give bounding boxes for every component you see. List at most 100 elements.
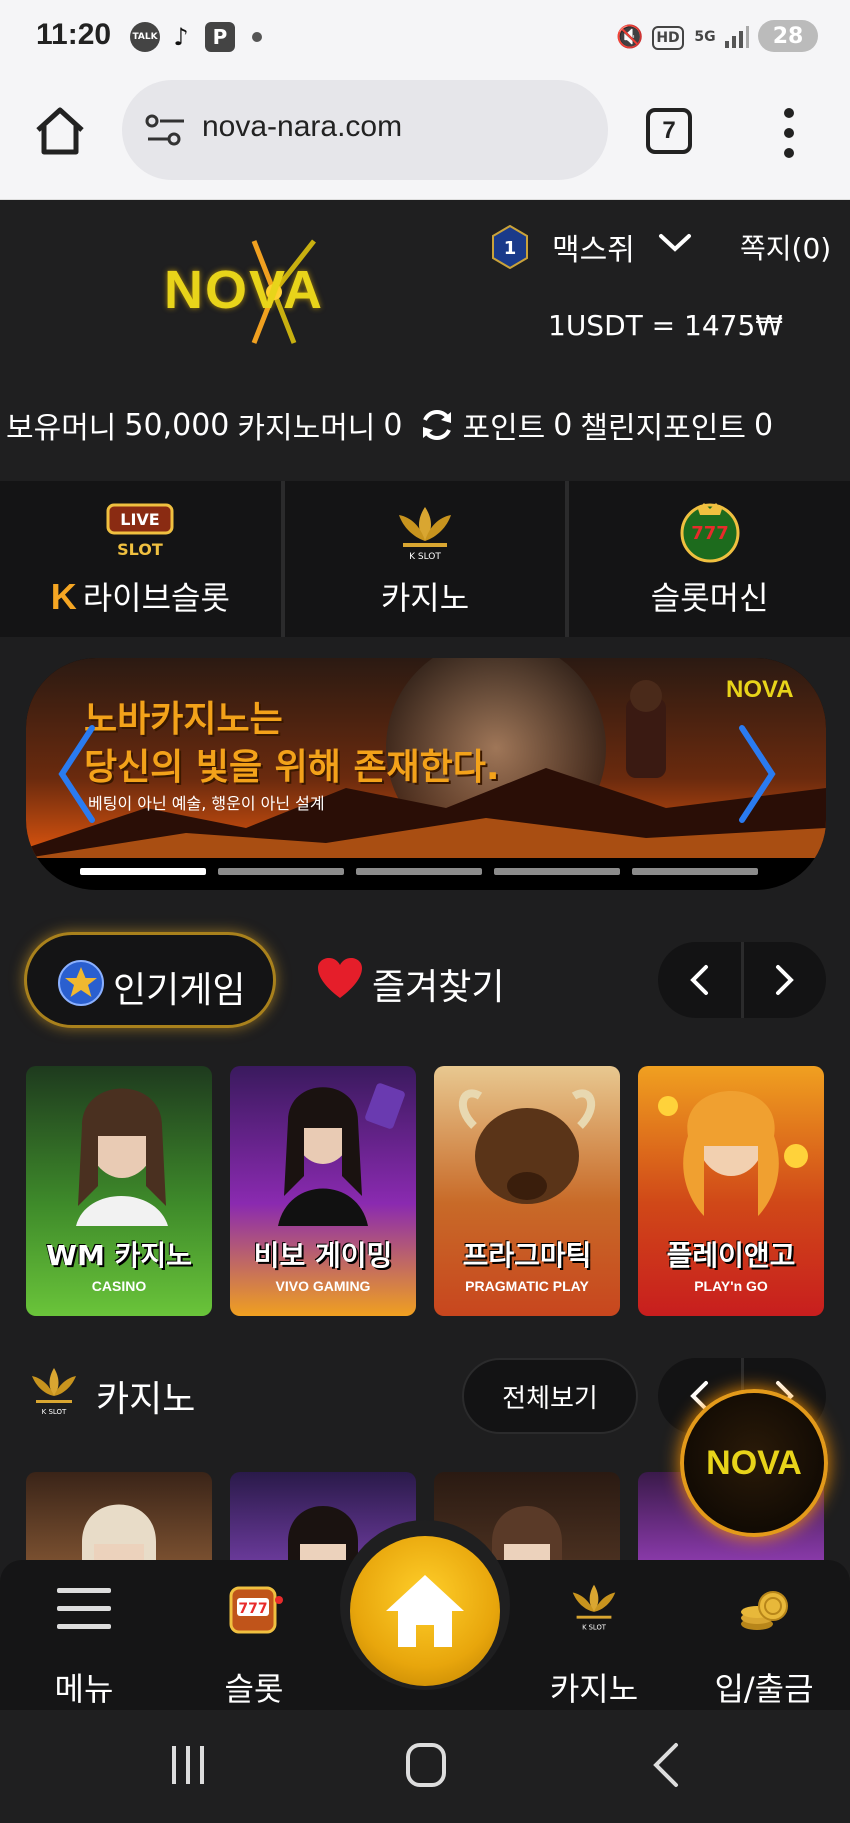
star-icon bbox=[58, 960, 104, 1006]
username[interactable]: 맥스쥐 bbox=[552, 225, 635, 269]
browser-menu-icon[interactable] bbox=[776, 108, 802, 158]
nav-slot[interactable]: 777 슬롯 bbox=[184, 1560, 324, 1710]
pagination-dot[interactable] bbox=[632, 868, 758, 875]
kslot-lotus-icon: K SLOT bbox=[32, 1368, 76, 1416]
hd-voice-icon: HD bbox=[652, 26, 684, 50]
pagination-dot[interactable] bbox=[218, 868, 344, 875]
casino-game-card[interactable] bbox=[26, 1472, 212, 1562]
tab-popular-games[interactable]: 인기게임 bbox=[24, 932, 276, 1028]
nav-menu-label: 메뉴 bbox=[54, 1670, 114, 1708]
messages-link[interactable]: 쪽지(0) bbox=[740, 227, 831, 267]
nav-deposit-withdraw[interactable]: 입/출금 bbox=[694, 1560, 834, 1710]
challenge-point-label: 챌린지포인트 bbox=[580, 411, 746, 446]
site-settings-icon[interactable] bbox=[144, 112, 188, 148]
network-5g-icon: 5G bbox=[694, 29, 716, 45]
game-card[interactable]: WM 카지노 CASINO bbox=[26, 1066, 212, 1316]
game-section-tabs: 인기게임 즐겨찾기 bbox=[24, 932, 826, 1028]
view-all-button[interactable]: 전체보기 bbox=[462, 1358, 638, 1434]
point-label: 포인트 bbox=[462, 411, 546, 446]
game-card[interactable]: 비보 게이밍 VIVO GAMING bbox=[230, 1066, 416, 1316]
banner-title-line1: 노바카지노는 bbox=[84, 699, 283, 740]
recent-apps-icon[interactable] bbox=[158, 1740, 218, 1790]
tab-favorites[interactable]: 즐겨찾기 bbox=[372, 958, 504, 1010]
category-casino[interactable]: K SLOT 카지노 bbox=[285, 481, 570, 637]
carousel-next-button[interactable] bbox=[744, 942, 827, 1018]
cash-value: 50,000 bbox=[124, 407, 230, 443]
nav-slot-label: 슬롯 bbox=[224, 1670, 284, 1708]
site-header: NOVA 1 맥스쥐 쪽지(0) 1USDT = 1475₩ 보유머니 50,0… bbox=[0, 201, 850, 481]
nav-menu[interactable]: 메뉴 bbox=[14, 1560, 154, 1710]
system-navigation-bar bbox=[0, 1710, 850, 1823]
casino-money-label: 카지노머니 bbox=[237, 411, 376, 446]
k-logo-icon: K bbox=[50, 576, 77, 617]
tab-switcher-button[interactable]: 7 bbox=[646, 108, 692, 154]
slots-777-icon: 777 bbox=[680, 503, 740, 563]
refresh-icon[interactable] bbox=[418, 406, 456, 444]
svg-text:K SLOT: K SLOT bbox=[582, 1623, 607, 1631]
heart-icon[interactable] bbox=[316, 956, 364, 1000]
category-casino-label: 카지노 bbox=[380, 579, 470, 617]
game-brand: VIVO GAMING bbox=[275, 1278, 371, 1294]
svg-text:LIVE: LIVE bbox=[121, 510, 160, 529]
browser-toolbar: nova-nara.com 7 bbox=[0, 70, 850, 200]
system-home-icon[interactable] bbox=[396, 1740, 456, 1790]
chevron-right-icon bbox=[775, 965, 794, 995]
tab-popular-label: 인기게임 bbox=[113, 970, 246, 1011]
level-number: 1 bbox=[504, 238, 517, 259]
live-slot-icon: LIVE SLOT bbox=[106, 503, 174, 559]
popular-games-list: WM 카지노 CASINO 비보 게이밍 VIVO GAMING 프라그마틱 P… bbox=[26, 1066, 826, 1318]
game-card[interactable]: 플레이앤고 PLAY'n GO bbox=[638, 1066, 824, 1316]
nav-casino[interactable]: K SLOT 카지노 bbox=[524, 1560, 664, 1710]
game-brand: PLAY'n GO bbox=[694, 1278, 768, 1294]
notification-dot-icon bbox=[252, 32, 262, 42]
hamburger-menu-icon bbox=[57, 1588, 111, 1629]
category-live-slot[interactable]: LIVE SLOT K 라이브슬롯 bbox=[0, 481, 285, 637]
chevron-right-icon[interactable] bbox=[738, 724, 778, 824]
chevron-down-icon[interactable] bbox=[658, 233, 692, 253]
slot-machine-icon: 777 bbox=[229, 1586, 283, 1634]
challenge-point-value: 0 bbox=[754, 407, 774, 443]
svg-text:SLOT: SLOT bbox=[117, 540, 163, 559]
category-slot-machine-label: 슬롯머신 bbox=[650, 579, 769, 617]
category-slot-machine[interactable]: 777 슬롯머신 bbox=[569, 481, 850, 637]
battery-icon: 28 bbox=[758, 20, 818, 52]
floating-nova-button[interactable]: NOVA bbox=[680, 1389, 828, 1537]
exchange-rate: 1USDT = 1475₩ bbox=[548, 309, 783, 342]
game-carousel-nav bbox=[658, 942, 826, 1018]
banner-subtitle: 베팅이 아닌 예술, 행운이 아닌 설계 bbox=[88, 794, 325, 813]
browser-home-icon[interactable] bbox=[34, 106, 86, 156]
carousel-prev-button[interactable] bbox=[658, 942, 744, 1018]
level-badge-icon: 1 bbox=[492, 224, 528, 270]
nova-logo[interactable]: NOVA bbox=[164, 237, 364, 347]
kakaotalk-icon: TALK bbox=[130, 22, 160, 52]
signal-icon bbox=[722, 22, 752, 52]
chevron-left-icon bbox=[690, 965, 709, 995]
pagination-dot[interactable] bbox=[356, 868, 482, 875]
tiktok-icon: ♪ bbox=[173, 23, 189, 51]
svg-text:777: 777 bbox=[238, 1601, 267, 1617]
status-bar: 11:20 TALK ♪ P 🔇 HD 5G 28 bbox=[0, 0, 850, 70]
address-bar[interactable]: nova-nara.com bbox=[122, 80, 608, 180]
casino-section-title: 카지노 bbox=[96, 1379, 196, 1420]
system-back-icon[interactable] bbox=[636, 1740, 696, 1790]
buffalo-art bbox=[459, 1089, 595, 1204]
chevron-left-icon[interactable] bbox=[56, 724, 96, 824]
nav-deposit-label: 입/출금 bbox=[714, 1670, 814, 1708]
banner-pagination bbox=[80, 868, 758, 875]
nav-casino-label: 카지노 bbox=[549, 1670, 639, 1708]
character-art bbox=[658, 1091, 808, 1216]
dealer-portrait bbox=[76, 1088, 168, 1226]
url-text[interactable]: nova-nara.com bbox=[202, 110, 402, 144]
category-live-slot-label: 라이브슬롯 bbox=[82, 579, 230, 617]
casino-money-value: 0 bbox=[383, 407, 403, 443]
game-card[interactable]: 프라그마틱 PRAGMATIC PLAY bbox=[434, 1066, 620, 1316]
kslot-lotus-icon: K SLOT bbox=[572, 1584, 616, 1631]
coins-icon bbox=[741, 1591, 788, 1630]
balance-bar: 보유머니 50,000 카지노머니 0 포인트 0 챌린지포인트 0 bbox=[6, 403, 850, 447]
promo-banner[interactable]: 노바카지노는 당신의 빛을 위해 존재한다. 베팅이 아닌 예술, 행운이 아닌… bbox=[26, 658, 826, 890]
point-value: 0 bbox=[553, 407, 573, 443]
status-time: 11:20 bbox=[36, 18, 112, 51]
pagination-dot[interactable] bbox=[80, 868, 206, 875]
pagination-dot[interactable] bbox=[494, 868, 620, 875]
home-fab-button[interactable] bbox=[350, 1536, 500, 1686]
